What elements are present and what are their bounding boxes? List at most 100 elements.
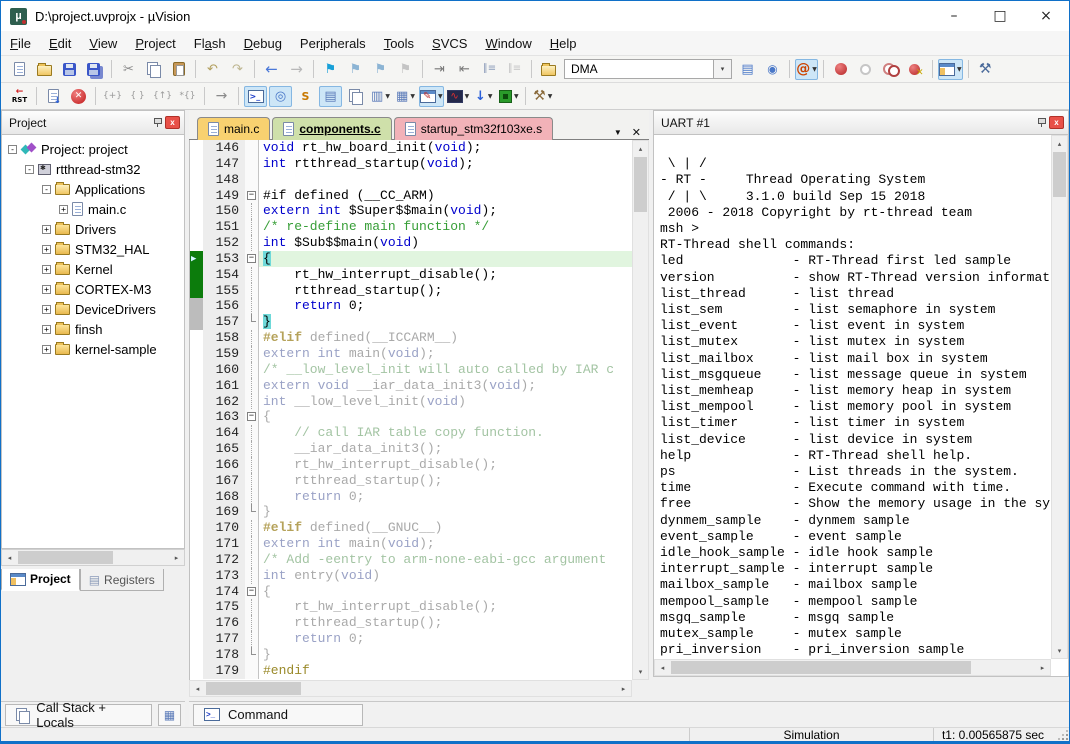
uart-terminal[interactable]: \ | / - RT - Thread Operating System / |… <box>653 135 1069 677</box>
comment-button[interactable]: ∥≡ <box>478 59 501 80</box>
breakpoint-margin[interactable] <box>190 283 203 299</box>
breakpoint-margin[interactable] <box>190 409 203 425</box>
minimize-button[interactable]: – <box>931 1 977 31</box>
scroll-left-icon[interactable]: ◂ <box>2 550 17 565</box>
breakpoint-margin[interactable] <box>190 457 203 473</box>
breakpoint-margin[interactable] <box>190 441 203 457</box>
breakpoint-margin[interactable]: ▶ <box>190 251 203 267</box>
fold-collapse-icon[interactable]: − <box>247 412 256 421</box>
fold-margin[interactable] <box>245 346 259 362</box>
breakpoint-margin[interactable] <box>190 378 203 394</box>
breakpoint-margin[interactable] <box>190 140 203 156</box>
fold-margin[interactable] <box>245 283 259 299</box>
fold-margin[interactable] <box>245 615 259 631</box>
scrollbar-thumb[interactable] <box>634 157 647 212</box>
incremental-find-button[interactable]: ◉ <box>761 59 784 80</box>
collapse-icon[interactable]: - <box>42 185 51 194</box>
serial-window-button[interactable]: ▼ <box>419 86 444 107</box>
fold-margin[interactable]: − <box>245 584 259 600</box>
fold-margin[interactable] <box>245 140 259 156</box>
scroll-left-icon[interactable]: ◂ <box>655 660 670 675</box>
navigate-back-button[interactable]: ← <box>260 59 283 80</box>
save-button[interactable] <box>58 59 81 80</box>
redo-button[interactable]: ↷ <box>226 59 249 80</box>
fold-margin[interactable] <box>245 663 259 679</box>
fold-margin[interactable] <box>245 647 259 663</box>
open-file-button[interactable] <box>33 59 56 80</box>
fold-margin[interactable] <box>245 172 259 188</box>
breakpoint-margin[interactable] <box>190 599 203 615</box>
show-next-statement-button[interactable]: → <box>210 86 233 107</box>
tree-item-kernel[interactable]: +Kernel <box>2 259 184 279</box>
disassembly-window-button[interactable]: ◎ <box>269 86 292 107</box>
fold-margin[interactable] <box>245 631 259 647</box>
breakpoint-margin[interactable] <box>190 394 203 410</box>
breakpoint-margin[interactable] <box>190 631 203 647</box>
fold-margin[interactable] <box>245 235 259 251</box>
project-tree[interactable]: -Project: project-rtthread-stm32-Applica… <box>1 135 185 549</box>
tab-list-dropdown-icon[interactable]: ▼ <box>614 128 622 137</box>
fold-margin[interactable] <box>245 489 259 505</box>
scroll-up-icon[interactable]: ▴ <box>633 141 648 156</box>
bookmark-next-button[interactable]: ⚑ <box>344 59 367 80</box>
fold-margin[interactable] <box>245 330 259 346</box>
breakpoint-margin[interactable] <box>190 188 203 204</box>
tree-item-stm32-hal[interactable]: +STM32_HAL <box>2 239 184 259</box>
menu-item-debug[interactable]: Debug <box>235 33 291 54</box>
undo-button[interactable]: ↶ <box>201 59 224 80</box>
analysis-window-button[interactable]: ∿▼ <box>446 86 471 107</box>
symbol-window-button[interactable]: S <box>294 86 317 107</box>
navigate-forward-button[interactable]: → <box>285 59 308 80</box>
uart-vertical-scrollbar[interactable]: ▴ ▾ <box>1051 135 1068 659</box>
fold-margin[interactable] <box>245 457 259 473</box>
fold-margin[interactable] <box>245 156 259 172</box>
scrollbar-thumb[interactable] <box>18 551 113 564</box>
menu-item-project[interactable]: Project <box>126 33 184 54</box>
scrollbar-thumb[interactable] <box>206 682 301 695</box>
breakpoint-margin[interactable] <box>190 473 203 489</box>
breakpoint-margin[interactable] <box>190 647 203 663</box>
menu-item-file[interactable]: File <box>1 33 40 54</box>
step-out-button[interactable]: {↑} <box>151 86 174 107</box>
fold-margin[interactable] <box>245 394 259 410</box>
breakpoint-margin[interactable] <box>190 172 203 188</box>
breakpoint-margin[interactable] <box>190 235 203 251</box>
memory-window-button[interactable]: ▦▼ <box>394 86 417 107</box>
pin-icon[interactable] <box>1037 117 1046 128</box>
fold-collapse-icon[interactable]: − <box>247 191 256 200</box>
collapse-icon[interactable]: - <box>8 145 17 154</box>
expand-icon[interactable]: + <box>59 205 68 214</box>
pin-icon[interactable] <box>153 117 162 128</box>
fold-margin[interactable]: − <box>245 188 259 204</box>
bookmark-toggle-button[interactable]: ⚑ <box>319 59 342 80</box>
breakpoint-margin[interactable] <box>190 362 203 378</box>
panel-tab-project[interactable]: Project <box>1 569 80 591</box>
editor-tab-main-c[interactable]: main.c <box>197 117 270 140</box>
uncomment-button[interactable]: ∥≡ <box>503 59 526 80</box>
expand-icon[interactable]: + <box>42 225 51 234</box>
breakpoint-margin[interactable] <box>190 314 203 330</box>
breakpoint-margin[interactable] <box>190 425 203 441</box>
fold-margin[interactable]: − <box>245 409 259 425</box>
menu-item-edit[interactable]: Edit <box>40 33 80 54</box>
bookmark-clear-button[interactable]: ⚑ <box>394 59 417 80</box>
panel-tab-registers[interactable]: ▤Registers <box>80 569 164 591</box>
menu-item-window[interactable]: Window <box>476 33 540 54</box>
tree-item-finsh[interactable]: +finsh <box>2 319 184 339</box>
fold-margin[interactable] <box>245 314 259 330</box>
copy-button[interactable] <box>142 59 165 80</box>
fold-margin[interactable] <box>245 473 259 489</box>
fold-margin[interactable] <box>245 362 259 378</box>
scroll-left-icon[interactable]: ◂ <box>190 681 205 696</box>
kill-all-breakpoints-button[interactable] <box>904 59 927 80</box>
tree-item-applications[interactable]: -Applications <box>2 179 184 199</box>
command-tab[interactable]: >_ Command <box>193 704 363 726</box>
command-window-button[interactable]: >_ <box>244 86 267 107</box>
menu-item-flash[interactable]: Flash <box>185 33 235 54</box>
fold-margin[interactable]: − <box>245 251 259 267</box>
menu-item-help[interactable]: Help <box>541 33 586 54</box>
tree-item-drivers[interactable]: +Drivers <box>2 219 184 239</box>
breakpoint-margin[interactable] <box>190 346 203 362</box>
fold-margin[interactable] <box>245 568 259 584</box>
tree-item-main-c[interactable]: +main.c <box>2 199 184 219</box>
